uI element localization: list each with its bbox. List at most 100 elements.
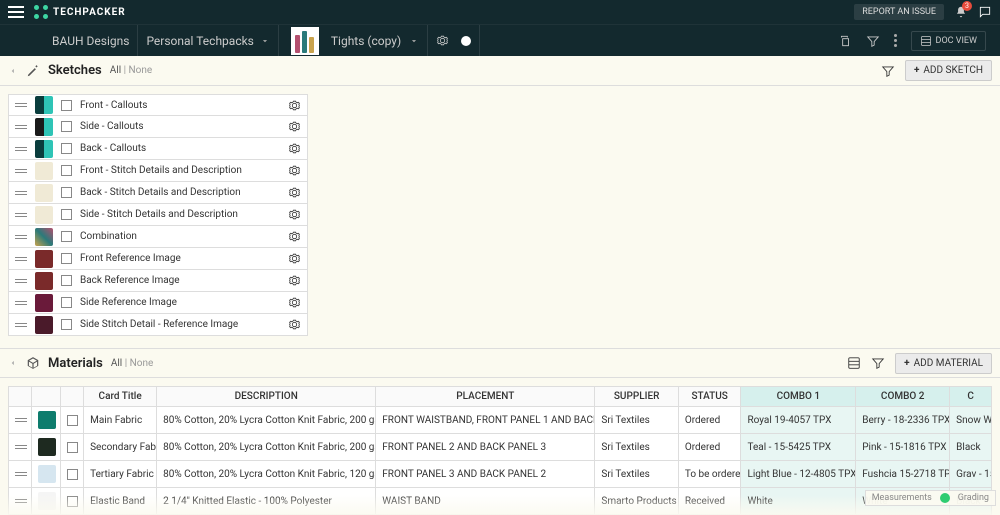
gear-icon[interactable] bbox=[288, 274, 301, 287]
sketch-row[interactable]: Side - Callouts bbox=[8, 116, 308, 138]
status: To be ordered bbox=[678, 461, 741, 488]
checkbox[interactable] bbox=[61, 100, 72, 111]
more-icon[interactable] bbox=[894, 34, 897, 47]
gear-icon[interactable] bbox=[288, 186, 301, 199]
sketch-name: Side Stitch Detail - Reference Image bbox=[80, 319, 280, 330]
sketch-row[interactable]: Combination bbox=[8, 226, 308, 248]
chevron-down-icon bbox=[409, 36, 419, 46]
gear-icon[interactable] bbox=[436, 34, 449, 47]
collapse-icon[interactable] bbox=[8, 358, 18, 368]
sketch-swatch bbox=[35, 118, 53, 136]
breadcrumb-org[interactable]: BAUH Designs bbox=[44, 25, 138, 56]
sketch-name: Side - Callouts bbox=[80, 121, 280, 132]
chat-icon[interactable] bbox=[978, 5, 992, 19]
gear-icon[interactable] bbox=[288, 120, 301, 133]
sketch-row[interactable]: Side - Stitch Details and Description bbox=[8, 204, 308, 226]
grid-icon[interactable] bbox=[847, 356, 861, 370]
item-settings[interactable] bbox=[428, 25, 480, 56]
drag-handle[interactable] bbox=[15, 499, 27, 503]
footer-tabs[interactable]: Measurements Grading bbox=[865, 490, 996, 506]
grading-tab[interactable]: Grading bbox=[958, 493, 989, 503]
sketch-row[interactable]: Side Stitch Detail - Reference Image bbox=[8, 314, 308, 336]
gear-icon[interactable] bbox=[288, 142, 301, 155]
col-header: STATUS bbox=[678, 387, 741, 407]
drag-handle[interactable] bbox=[15, 235, 27, 239]
combo2: Berry - 18-2336 TPX bbox=[856, 407, 950, 434]
notification-icon[interactable]: 3 bbox=[954, 5, 968, 19]
checkbox[interactable] bbox=[67, 415, 78, 426]
checkbox[interactable] bbox=[61, 275, 72, 286]
gear-icon[interactable] bbox=[288, 318, 301, 331]
drag-handle[interactable] bbox=[15, 418, 27, 422]
sketch-row[interactable]: Front Reference Image bbox=[8, 248, 308, 270]
gear-icon[interactable] bbox=[288, 230, 301, 243]
gear-icon[interactable] bbox=[288, 164, 301, 177]
checkbox[interactable] bbox=[67, 496, 78, 507]
checkbox[interactable] bbox=[61, 187, 72, 198]
checkbox[interactable] bbox=[61, 165, 72, 176]
select-all-none[interactable]: All | None bbox=[111, 358, 153, 369]
drag-handle[interactable] bbox=[15, 125, 27, 129]
sketch-swatch bbox=[35, 228, 53, 246]
checkbox[interactable] bbox=[61, 121, 72, 132]
checkbox[interactable] bbox=[67, 469, 78, 480]
breadcrumb-collection[interactable]: Personal Techpacks bbox=[138, 25, 278, 56]
drag-handle[interactable] bbox=[15, 472, 27, 476]
select-all-none[interactable]: All | None bbox=[110, 65, 152, 76]
filter-icon[interactable] bbox=[871, 356, 885, 370]
drag-handle[interactable] bbox=[15, 279, 27, 283]
materials-header: Materials All | None +ADD MATERIAL bbox=[0, 348, 1000, 378]
menu-icon[interactable] bbox=[8, 4, 24, 20]
drag-handle[interactable] bbox=[15, 257, 27, 261]
drag-handle[interactable] bbox=[15, 169, 27, 173]
sketch-swatch bbox=[35, 140, 53, 158]
table-row[interactable]: Main Fabric80% Cotton, 20% Lycra Cotton … bbox=[9, 407, 992, 434]
copy-icon[interactable] bbox=[838, 34, 852, 48]
checkbox[interactable] bbox=[61, 209, 72, 220]
report-issue-button[interactable]: REPORT AN ISSUE bbox=[854, 4, 944, 20]
table-row[interactable]: Tertiary Fabric80% Cotton, 20% Lycra Cot… bbox=[9, 461, 992, 488]
card-title: Elastic Band bbox=[84, 488, 157, 515]
drag-handle[interactable] bbox=[15, 445, 27, 449]
filter-icon[interactable] bbox=[866, 34, 880, 48]
sketch-row[interactable]: Back - Callouts bbox=[8, 138, 308, 160]
drag-handle[interactable] bbox=[15, 147, 27, 151]
doc-view-button[interactable]: DOC VIEW bbox=[911, 31, 986, 51]
checkbox[interactable] bbox=[61, 253, 72, 264]
drag-handle[interactable] bbox=[15, 301, 27, 305]
combo2: Fushcia 15-2718 TPX bbox=[856, 461, 950, 488]
checkbox[interactable] bbox=[61, 297, 72, 308]
gear-icon[interactable] bbox=[288, 252, 301, 265]
sketch-row[interactable]: Front - Callouts bbox=[8, 94, 308, 116]
drag-handle[interactable] bbox=[15, 323, 27, 327]
logo[interactable]: TECHPACKER bbox=[34, 5, 126, 19]
sketch-row[interactable]: Back - Stitch Details and Description bbox=[8, 182, 308, 204]
add-material-button[interactable]: +ADD MATERIAL bbox=[895, 353, 992, 374]
sketch-row[interactable]: Side Reference Image bbox=[8, 292, 308, 314]
checkbox[interactable] bbox=[61, 231, 72, 242]
drag-handle[interactable] bbox=[15, 213, 27, 217]
measurements-tab[interactable]: Measurements bbox=[872, 493, 932, 503]
table-row[interactable]: Elastic Band2 1/4" Knitted Elastic - 100… bbox=[9, 488, 992, 515]
table-row[interactable]: Secondary Fabric80% Cotton, 20% Lycra Co… bbox=[9, 434, 992, 461]
col-header: COMBO 1 bbox=[741, 387, 856, 407]
breadcrumb-item[interactable]: Tights (copy) bbox=[279, 25, 428, 56]
add-sketch-button[interactable]: +ADD SKETCH bbox=[905, 60, 992, 81]
drag-handle[interactable] bbox=[15, 103, 27, 107]
checkbox[interactable] bbox=[61, 143, 72, 154]
gear-icon[interactable] bbox=[288, 296, 301, 309]
combo1: Light Blue - 12-4805 TPX bbox=[741, 461, 856, 488]
drag-handle[interactable] bbox=[15, 191, 27, 195]
collapse-icon[interactable] bbox=[8, 66, 18, 76]
combo3: Grav - 15- bbox=[950, 461, 992, 488]
chevron-down-icon bbox=[260, 36, 270, 46]
sketch-row[interactable]: Back Reference Image bbox=[8, 270, 308, 292]
filter-icon[interactable] bbox=[881, 64, 895, 78]
sketch-row[interactable]: Front - Stitch Details and Description bbox=[8, 160, 308, 182]
checkbox[interactable] bbox=[61, 319, 72, 330]
gear-icon[interactable] bbox=[288, 208, 301, 221]
checkbox[interactable] bbox=[67, 442, 78, 453]
brand-text: TECHPACKER bbox=[53, 7, 126, 18]
gear-icon[interactable] bbox=[288, 99, 301, 112]
sketch-name: Front - Stitch Details and Description bbox=[80, 165, 280, 176]
